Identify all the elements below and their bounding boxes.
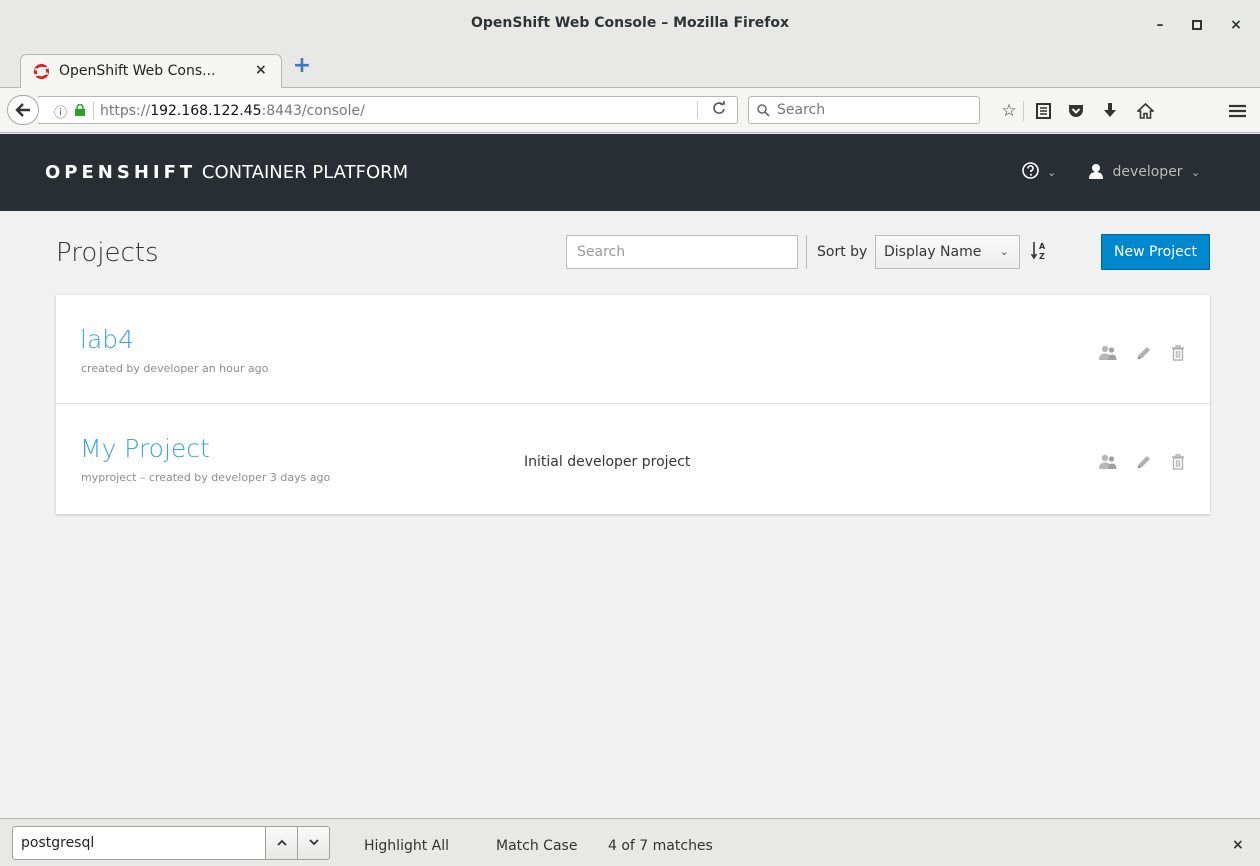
chevron-up-icon xyxy=(276,839,287,846)
minimize-button[interactable]: – xyxy=(1150,15,1170,35)
browser-search-field[interactable]: Search xyxy=(748,96,980,124)
user-menu[interactable]: developer ⌄ xyxy=(1088,163,1200,180)
help-menu[interactable]: ⌄ xyxy=(1022,161,1056,180)
svg-text:A: A xyxy=(1039,242,1046,251)
project-name-link[interactable]: My Project xyxy=(80,434,210,463)
user-chevron-icon: ⌄ xyxy=(1191,166,1201,179)
help-chevron-icon: ⌄ xyxy=(1047,166,1057,179)
maximize-button[interactable] xyxy=(1187,15,1207,35)
project-meta: created by developer an hour ago xyxy=(81,362,269,375)
url-bar[interactable]: ⓘ https://192.168.122.45:8443/console/ xyxy=(38,96,738,124)
reload-icon xyxy=(713,101,725,114)
svg-text:Z: Z xyxy=(1039,252,1045,261)
delete-trash-icon[interactable] xyxy=(1168,343,1188,363)
project-meta: myproject – created by developer 3 days … xyxy=(81,471,331,484)
tab-close-icon[interactable]: × xyxy=(255,62,267,78)
menu-icon[interactable] xyxy=(1226,100,1248,122)
sort-alpha-asc-icon: A Z xyxy=(1030,242,1046,261)
lock-icon[interactable] xyxy=(74,104,86,116)
edit-pencil-icon[interactable] xyxy=(1134,452,1154,472)
toolbar-separator xyxy=(1023,101,1024,121)
page-title: Projects xyxy=(56,238,159,268)
tab-strip: OpenShift Web Cons... × + xyxy=(0,50,1260,88)
url-text[interactable]: https://192.168.122.45:8443/console/ xyxy=(100,103,365,119)
chevron-down-icon: ⌄ xyxy=(999,245,1009,258)
find-next-button[interactable] xyxy=(297,826,330,860)
downloads-icon[interactable] xyxy=(1099,100,1121,122)
project-search-field[interactable] xyxy=(567,236,797,268)
back-arrow-icon xyxy=(15,103,30,117)
edit-pencil-icon[interactable] xyxy=(1134,343,1154,363)
sort-direction-button[interactable]: A Z xyxy=(1030,241,1047,265)
openshift-masthead: OPENSHIFT CONTAINER PLATFORM ⌄ developer… xyxy=(0,134,1260,211)
reload-button[interactable] xyxy=(700,101,738,119)
brand-logo[interactable]: OPENSHIFT CONTAINER PLATFORM xyxy=(45,162,408,183)
projects-page: Projects Sort by Display Name ⌄ A Z New … xyxy=(0,211,1260,818)
sort-by-value: Display Name xyxy=(884,244,982,260)
new-project-button[interactable]: New Project xyxy=(1101,234,1210,270)
match-case-toggle[interactable]: Match Case xyxy=(496,838,577,854)
view-membership-icon[interactable] xyxy=(1098,452,1118,472)
project-row-myproject: My Project myproject – created by develo… xyxy=(56,404,1210,514)
back-button[interactable] xyxy=(7,95,39,125)
project-description: Initial developer project xyxy=(524,454,691,470)
find-bar: Highlight All Match Case 4 of 7 matches … xyxy=(0,818,1260,866)
reload-separator xyxy=(697,101,698,119)
new-tab-button[interactable]: + xyxy=(290,54,314,78)
url-separator xyxy=(93,102,94,120)
project-name-link[interactable]: lab4 xyxy=(80,325,134,354)
find-input[interactable] xyxy=(12,826,266,860)
find-field[interactable] xyxy=(13,827,265,859)
site-info-icon[interactable]: ⓘ xyxy=(54,102,67,121)
reading-list-icon[interactable] xyxy=(1032,100,1054,122)
maximize-icon xyxy=(1192,20,1202,30)
home-icon[interactable] xyxy=(1134,100,1156,122)
find-close-button[interactable]: × xyxy=(1232,837,1244,853)
user-icon xyxy=(1089,164,1103,179)
browser-tab-openshift[interactable]: OpenShift Web Cons... × xyxy=(20,54,282,88)
highlight-all-toggle[interactable]: Highlight All xyxy=(364,838,449,854)
project-filter-input[interactable] xyxy=(566,235,798,269)
tab-title: OpenShift Web Cons... xyxy=(59,63,216,79)
find-previous-button[interactable] xyxy=(265,826,298,860)
close-window-button[interactable]: × xyxy=(1226,15,1246,35)
find-status: 4 of 7 matches xyxy=(608,838,713,854)
window-titlebar: OpenShift Web Console – Mozilla Firefox … xyxy=(0,0,1260,50)
browser-search-placeholder: Search xyxy=(777,102,826,118)
navigation-toolbar: ⓘ https://192.168.122.45:8443/console/ S… xyxy=(0,88,1260,133)
sort-by-label: Sort by xyxy=(817,244,868,260)
project-row-lab4: lab4 created by developer an hour ago xyxy=(56,295,1210,404)
pocket-icon[interactable] xyxy=(1065,100,1087,122)
search-icon xyxy=(757,100,770,121)
sort-by-dropdown[interactable]: Display Name ⌄ xyxy=(875,235,1020,269)
project-actions xyxy=(1088,343,1188,363)
openshift-favicon-icon xyxy=(33,63,50,80)
help-icon xyxy=(1022,162,1039,179)
project-list: lab4 created by developer an hour ago My… xyxy=(56,295,1210,514)
project-actions xyxy=(1088,452,1188,472)
window-title: OpenShift Web Console – Mozilla Firefox xyxy=(471,15,789,31)
delete-trash-icon[interactable] xyxy=(1168,452,1188,472)
bookmark-star-icon[interactable]: ☆ xyxy=(998,100,1020,122)
username: developer xyxy=(1112,164,1183,180)
toolbar-divider xyxy=(806,235,807,269)
chevron-down-icon xyxy=(308,839,319,846)
view-membership-icon[interactable] xyxy=(1098,343,1118,363)
